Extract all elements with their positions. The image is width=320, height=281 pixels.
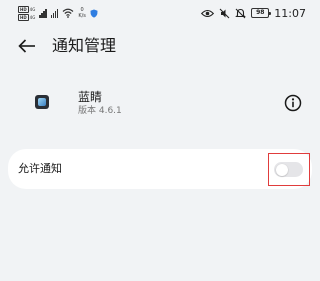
- speed-unit: K/s: [78, 13, 86, 19]
- signal-icon: [39, 8, 47, 18]
- status-time: 11:07: [274, 6, 306, 20]
- sim2-indicator: HD 4G: [18, 13, 36, 21]
- app-version: 版本 4.6.1: [78, 106, 122, 116]
- allow-notifications-card: 允许通知: [8, 149, 312, 189]
- allow-notifications-toggle[interactable]: [274, 162, 303, 177]
- alarm-off-icon: [235, 8, 247, 18]
- shield-icon: [90, 9, 98, 18]
- page-title: 通知管理: [52, 36, 117, 55]
- status-left: HD 4G HD 4G 0 K/s: [18, 5, 98, 21]
- sim-indicators: HD 4G HD 4G: [18, 5, 36, 21]
- sim2-hd-badge: HD: [18, 13, 29, 21]
- title-bar: 通知管理: [0, 26, 320, 66]
- sim1-indicator: HD 4G: [18, 5, 36, 13]
- status-bar: HD 4G HD 4G 0 K/s 98 11:07: [0, 0, 320, 26]
- status-right: 98 11:07: [201, 7, 306, 20]
- battery-icon: 98: [251, 8, 272, 18]
- eye-icon: [201, 9, 215, 17]
- app-name: 蓝睛: [78, 90, 103, 104]
- signal-icon-2: [50, 8, 59, 18]
- app-icon: [35, 95, 49, 109]
- toggle-knob: [275, 163, 288, 176]
- sim2-network: 4G: [29, 14, 36, 20]
- back-arrow-icon: [18, 39, 35, 53]
- info-icon: [284, 94, 302, 112]
- app-info-button[interactable]: [284, 94, 302, 112]
- sim1-network: 4G: [29, 6, 36, 12]
- allow-notifications-label: 允许通知: [18, 162, 62, 175]
- sim1-hd-badge: HD: [18, 5, 29, 13]
- app-info-row: 蓝睛 版本 4.6.1: [0, 82, 320, 126]
- back-button[interactable]: [14, 34, 40, 58]
- wifi-icon: [62, 8, 74, 18]
- mute-icon: [219, 8, 230, 18]
- network-speed: 0 K/s: [78, 7, 86, 19]
- battery-level: 98: [256, 9, 265, 16]
